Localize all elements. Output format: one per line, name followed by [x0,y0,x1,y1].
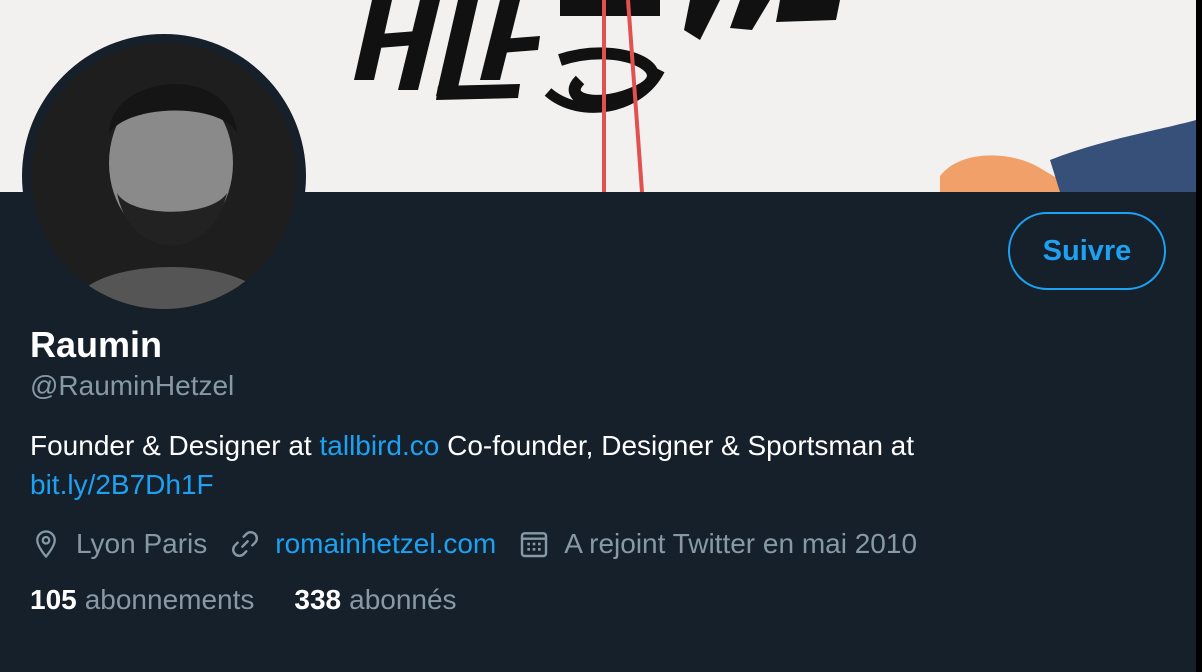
location-item: Lyon Paris [30,528,207,560]
following-label: abonnements [84,584,255,615]
followers-label: abonnés [349,584,457,615]
following-count: 105 [30,584,77,615]
followers-stat[interactable]: 338 abonnés [294,584,456,616]
link-icon [229,528,261,560]
followers-count: 338 [294,584,342,615]
profile-meta: Lyon Paris romainhetzel.com A rejoint Tw… [30,524,939,564]
bio-text: Founder & Designer at [30,430,320,461]
location-pin-icon [30,528,62,560]
bio-link-bitly[interactable]: bit.ly/2B7Dh1F [30,469,214,500]
joined-text: A rejoint Twitter en mai 2010 [564,528,918,559]
bio-text: Co-founder, Designer & Sportsman at [439,430,915,461]
profile-stats: 105 abonnements 338 abonnés [30,584,497,616]
following-stat[interactable]: 105 abonnements [30,584,254,616]
window-edge [1196,0,1202,672]
avatar[interactable] [22,34,306,318]
calendar-icon [518,528,550,560]
display-name: Raumin [30,324,163,365]
location-text: Lyon Paris [76,528,208,559]
avatar-photo [31,43,297,309]
handle: @RauminHetzel [30,370,235,401]
website-link[interactable]: romainhetzel.com [275,528,496,560]
follow-button[interactable]: Suivre [1008,212,1166,290]
bio: Founder & Designer at tallbird.co Co-fou… [30,426,1030,504]
bio-link-tallbird[interactable]: tallbird.co [320,430,440,461]
joined-item: A rejoint Twitter en mai 2010 [518,528,917,560]
website-item: romainhetzel.com [229,528,496,560]
